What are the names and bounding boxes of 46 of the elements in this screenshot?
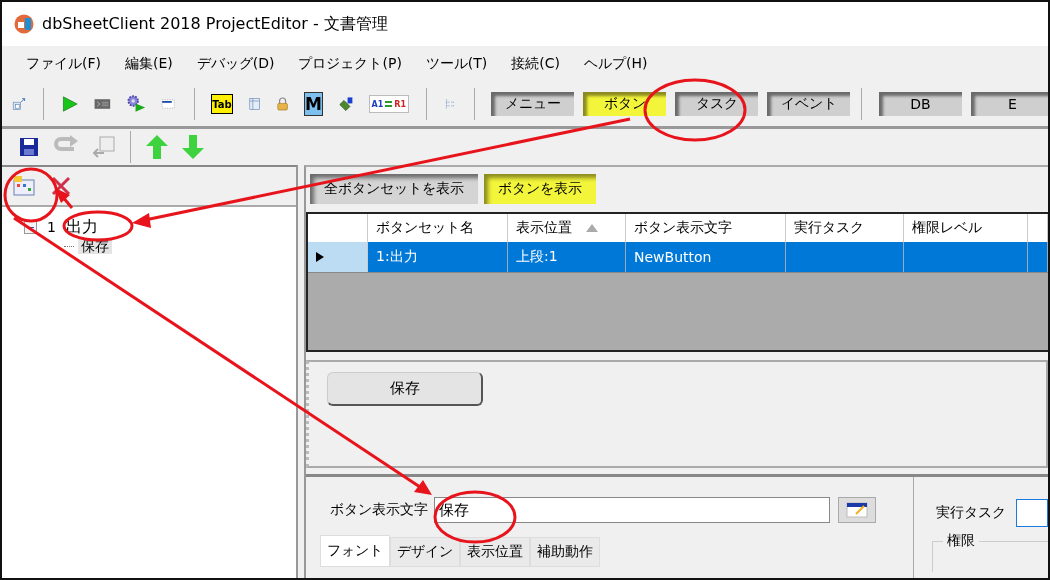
m-icon[interactable]: M xyxy=(304,92,323,116)
toolbar-tab[interactable]: タスク xyxy=(675,92,759,116)
text-field[interactable]: 保存 xyxy=(434,497,830,523)
menu-item[interactable]: ヘルプ(H) xyxy=(584,55,648,73)
document-icon[interactable] xyxy=(92,135,116,159)
menu-item[interactable]: ツール(T) xyxy=(425,55,488,73)
table-cell: 上段:1 xyxy=(516,248,558,266)
menu-item[interactable]: ファイル(F) xyxy=(26,55,101,73)
toolbar-tab[interactable]: メニュー xyxy=(491,92,575,116)
tab[interactable]: 補助動作 xyxy=(530,537,600,567)
field-label: 実行タスク xyxy=(936,504,1006,522)
add-set-icon[interactable] xyxy=(12,175,36,197)
tree-item-number: 1 xyxy=(47,219,56,235)
app-logo-icon xyxy=(14,14,34,34)
menu-item[interactable]: 編集(E) xyxy=(125,55,173,73)
current-row-icon xyxy=(316,252,324,262)
annotation-ellipse xyxy=(62,210,134,242)
save-icon[interactable] xyxy=(18,136,40,158)
toolbar-tab[interactable]: イベント xyxy=(767,92,851,116)
tab[interactable]: フォント xyxy=(320,535,390,567)
tab-icon[interactable]: Tab xyxy=(211,94,233,114)
table-row[interactable]: 1:出力 上段:1 NewButton xyxy=(308,242,1048,273)
toolbar-tab[interactable]: E xyxy=(970,92,1048,116)
table-cell: NewButton xyxy=(634,249,712,265)
reference-toggle-icon[interactable]: A1 R1 xyxy=(368,95,409,113)
group-label: 権限 xyxy=(943,532,979,548)
window-title: dbSheetClient 2018 ProjectEditor - 文書管理 xyxy=(42,13,388,35)
preview-button[interactable]: 保存 xyxy=(327,372,483,406)
toolbar-tab[interactable]: ボタン xyxy=(583,92,667,116)
table-cell: 1:出力 xyxy=(376,248,418,266)
style-picker-button[interactable] xyxy=(838,497,876,523)
menu-item[interactable]: デバッグ(D) xyxy=(196,55,275,73)
annotation-ellipse xyxy=(3,167,59,223)
task-field[interactable] xyxy=(1016,499,1048,527)
menu-item[interactable]: 接続(C) xyxy=(511,55,561,73)
delete-icon[interactable] xyxy=(50,175,72,197)
toolbar-tab[interactable]: DB xyxy=(878,92,962,116)
view-button[interactable]: 全ボタンセットを表示 xyxy=(310,174,478,204)
view-button[interactable]: ボタンを表示 xyxy=(484,174,596,204)
tree-item[interactable]: 出力 xyxy=(65,216,98,238)
tab[interactable]: デザイン xyxy=(390,537,460,567)
style-icon xyxy=(846,502,868,518)
tab[interactable]: 表示位置 xyxy=(460,537,530,567)
field-label: ボタン表示文字 xyxy=(330,501,428,519)
menu-item[interactable]: プロジェクト(P) xyxy=(298,55,402,73)
annotation-arrow xyxy=(55,188,74,209)
